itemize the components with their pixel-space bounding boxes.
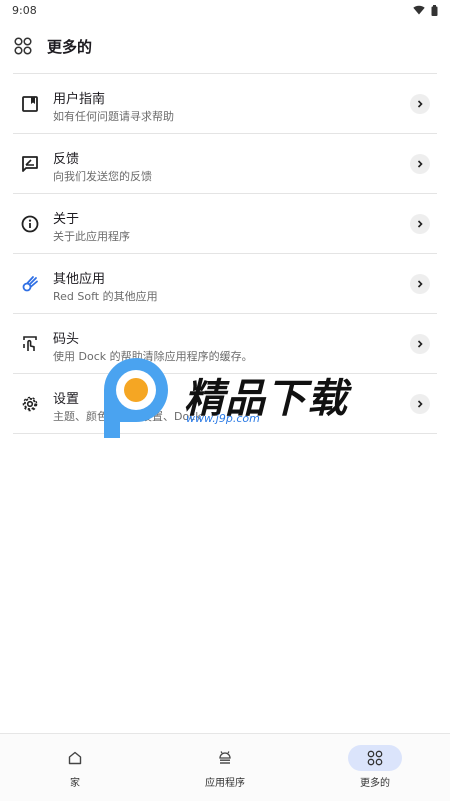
chevron-right-icon[interactable] (410, 214, 430, 234)
menu-item-about[interactable]: 关于 关于此应用程序 (13, 194, 437, 254)
chevron-right-icon[interactable] (410, 394, 430, 414)
status-bar: 9:08 (0, 0, 450, 20)
menu-item-other-apps[interactable]: 其他应用 Red Soft 的其他应用 (13, 254, 437, 314)
menu-item-feedback[interactable]: 反馈 向我们发送您的反馈 (13, 134, 437, 194)
settings-gear-icon (22, 396, 38, 412)
android-icon (219, 751, 231, 764)
info-icon (21, 215, 39, 233)
nav-item-apps[interactable]: 应用程序 (150, 734, 300, 801)
menu-item-title: 其他应用 (53, 272, 106, 287)
nav-label: 更多的 (360, 778, 390, 789)
chevron-right-icon[interactable] (410, 154, 430, 174)
menu-item-subtitle: Red Soft 的其他应用 (53, 290, 158, 303)
watermark-url: www.j9p.com (186, 412, 260, 425)
menu-item-title: 设置 (53, 392, 80, 407)
nav-label: 家 (70, 778, 80, 789)
wifi-icon (413, 5, 425, 15)
menu-item-subtitle: 向我们发送您的反馈 (53, 170, 152, 183)
menu-item-title: 关于 (53, 212, 80, 227)
menu-item-title: 码头 (53, 332, 80, 347)
watermark-logo (104, 358, 168, 438)
grid-icon (14, 37, 32, 55)
feedback-icon (22, 156, 38, 172)
watermark: 精品下载 www.j9p.com (98, 356, 358, 440)
status-icons (413, 4, 438, 16)
nav-item-home[interactable]: 家 (0, 734, 150, 801)
nav-pill (198, 745, 252, 771)
menu-item-subtitle: 如有任何问题请寻求帮助 (53, 110, 174, 123)
menu-item-title: 反馈 (53, 152, 80, 167)
bottom-nav: 家 应用程序 更多的 (0, 733, 450, 801)
nav-pill (48, 745, 102, 771)
comet-icon (22, 276, 38, 292)
menu-item-subtitle: 关于此应用程序 (53, 230, 130, 243)
nav-item-more[interactable]: 更多的 (300, 734, 450, 801)
chevron-right-icon[interactable] (410, 334, 430, 354)
nav-label: 应用程序 (205, 778, 245, 789)
chevron-right-icon[interactable] (410, 94, 430, 114)
page-title: 更多的 (47, 37, 93, 56)
book-icon (22, 96, 38, 112)
menu-item-user-guide[interactable]: 用户指南 如有任何问题请寻求帮助 (13, 74, 437, 134)
chevron-right-icon[interactable] (410, 274, 430, 294)
grid-icon (367, 750, 383, 766)
dock-touch-icon (23, 336, 37, 351)
battery-icon (431, 4, 438, 16)
home-icon (68, 751, 82, 765)
menu-item-title: 用户指南 (53, 92, 106, 107)
nav-pill-active (348, 745, 402, 771)
app-bar: 更多的 (0, 24, 450, 68)
status-time: 9:08 (12, 3, 37, 17)
